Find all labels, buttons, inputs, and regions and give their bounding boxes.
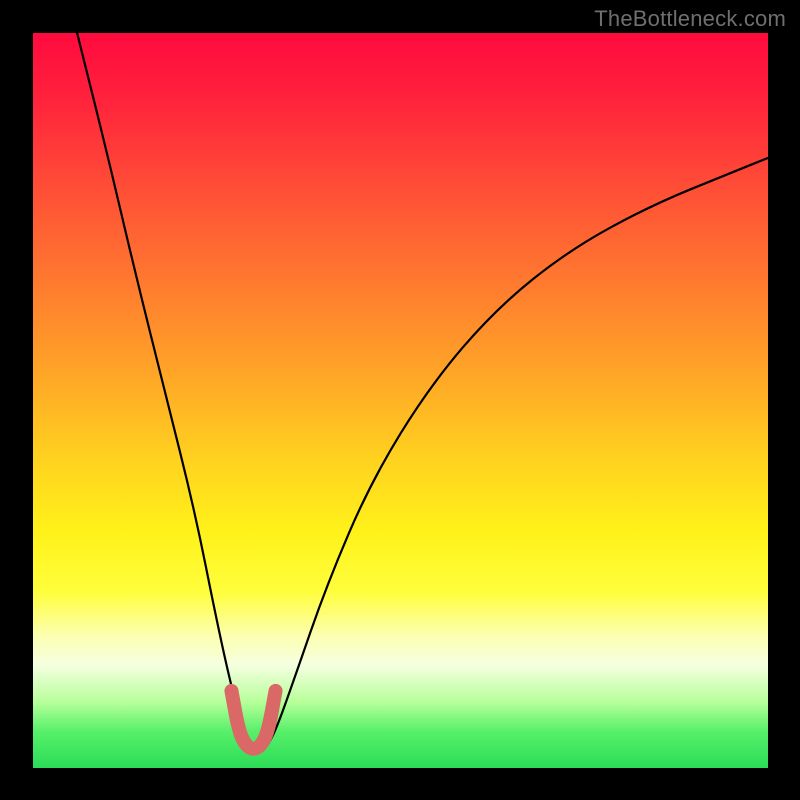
watermark-text: TheBottleneck.com (594, 6, 786, 32)
optimal-zone-marker (231, 691, 275, 749)
chart-svg (33, 33, 768, 768)
chart-frame: TheBottleneck.com (0, 0, 800, 800)
bottleneck-curve (77, 33, 768, 750)
plot-area (33, 33, 768, 768)
